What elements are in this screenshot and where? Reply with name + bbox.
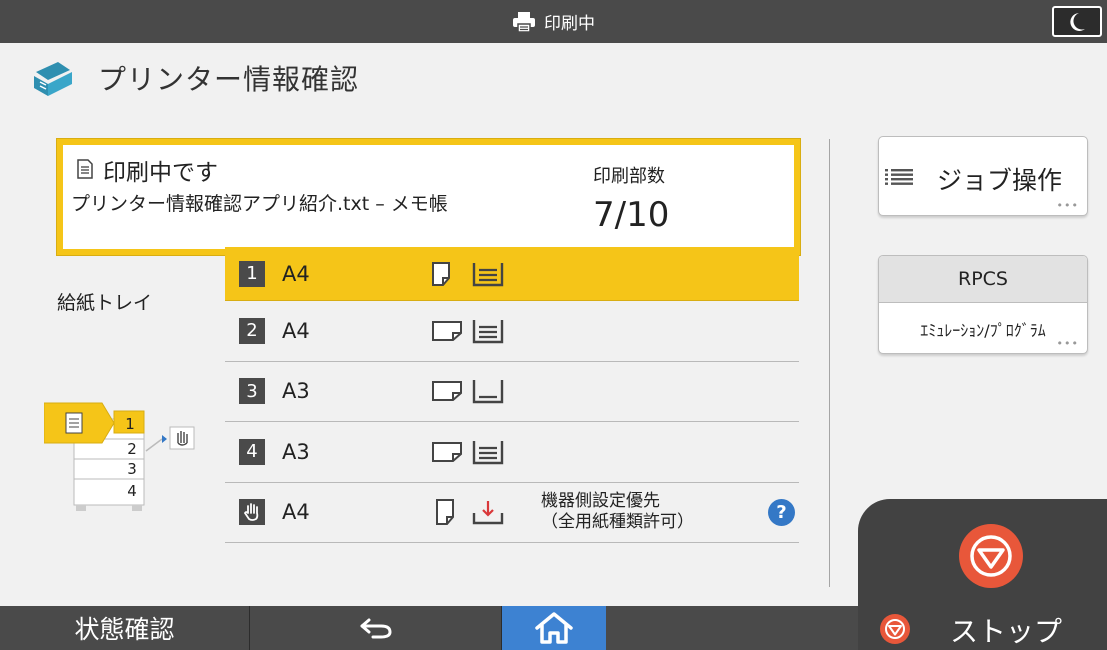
page-title: プリンター情報確認: [98, 63, 360, 96]
paper-tray-list: 1 A4 2 A4 3 A3 4 A3 A4 機器側設定優先 （全用紙種類許可）…: [225, 247, 799, 543]
paper-tray-label: 給紙トレイ: [57, 292, 153, 314]
rpcs-title: RPCS: [879, 256, 1087, 303]
job-operation-button[interactable]: ジョブ操作 •••: [878, 136, 1088, 216]
night-mode-button[interactable]: [1052, 6, 1102, 37]
illus-tray-2: 2: [127, 440, 137, 458]
printing-status: 印刷中: [0, 0, 1107, 43]
tray-number: 2: [239, 317, 265, 344]
more-dots-icon: •••: [1056, 337, 1079, 350]
tray-illustration: 1 2 3 4: [44, 402, 195, 511]
tray-number: 4: [239, 438, 265, 465]
paper-level-full-icon: [472, 319, 504, 343]
vertical-divider: [829, 139, 830, 587]
stop-bottom-button[interactable]: ストップ: [858, 606, 1107, 650]
stop-icon: [885, 619, 905, 639]
printer-app-icon: [34, 62, 72, 96]
paper-level-full-icon: [472, 440, 504, 464]
bottom-navigation-bar: 状態確認: [0, 606, 858, 650]
illus-tray-1: 1: [125, 415, 135, 433]
list-icon: [885, 169, 913, 185]
landscape-paper-icon: [432, 381, 462, 402]
paper-level-full-icon: [472, 262, 504, 286]
status-text: 印刷中: [544, 14, 595, 34]
top-status-bar: 印刷中: [0, 0, 1107, 43]
stop-label: ストップ: [950, 615, 1063, 648]
illus-tray-3: 3: [127, 460, 137, 478]
bypass-note-line-1: 機器側設定優先: [541, 491, 660, 512]
bypass-note-line-2: （全用紙種類許可）: [541, 512, 694, 533]
tray-row-bypass[interactable]: A4 機器側設定優先 （全用紙種類許可） ?: [225, 483, 799, 543]
tray-row-2[interactable]: 2 A4: [225, 301, 799, 362]
tray-row-1[interactable]: 1 A4: [225, 247, 799, 301]
hand-icon: [243, 503, 259, 522]
tray-paper-size: A3: [282, 379, 310, 404]
landscape-paper-icon: [432, 320, 462, 341]
stop-button[interactable]: [959, 524, 1023, 588]
portrait-paper-icon: [436, 499, 454, 526]
tray-paper-size: A4: [282, 318, 310, 343]
portrait-paper-icon: [432, 261, 450, 286]
status-check-button[interactable]: 状態確認: [0, 606, 250, 650]
job-operation-label: ジョブ操作: [937, 166, 1063, 195]
bypass-feed-icon: [472, 501, 504, 525]
tray-number: 1: [239, 260, 265, 287]
back-arrow-icon: [360, 618, 392, 639]
home-button[interactable]: [502, 606, 606, 650]
stop-icon: [970, 535, 1012, 577]
landscape-paper-icon: [432, 441, 462, 462]
more-dots-icon: •••: [1056, 199, 1079, 212]
tray-row-4[interactable]: 4 A3: [225, 422, 799, 483]
job-file-name: プリンター情報確認アプリ紹介.txt – メモ帳: [71, 193, 448, 215]
bypass-note: 機器側設定優先 （全用紙種類許可）: [541, 491, 694, 533]
stop-small-icon: [880, 614, 910, 644]
paper-level-low-icon: [472, 380, 504, 404]
help-icon[interactable]: ?: [768, 498, 795, 526]
home-icon: [535, 612, 573, 644]
bypass-tray-icon: [239, 499, 265, 526]
document-icon: [77, 159, 93, 179]
tray-paper-size: A4: [282, 261, 310, 286]
tray-paper-size: A3: [282, 439, 310, 464]
illus-tray-4: 4: [127, 482, 137, 500]
tray-row-3[interactable]: 3 A3: [225, 362, 799, 422]
printer-icon: [513, 11, 535, 33]
moon-icon: [1070, 12, 1085, 31]
job-status: 印刷中です: [103, 160, 218, 186]
copies-label: 印刷部数: [593, 166, 665, 187]
print-job-card: 印刷中です プリンター情報確認アプリ紹介.txt – メモ帳 印刷部数 7/10: [57, 139, 800, 255]
back-button[interactable]: [251, 606, 502, 650]
tray-number: 3: [239, 378, 265, 405]
tray-paper-size: A4: [282, 500, 310, 525]
copies-value: 7/10: [593, 195, 670, 235]
rpcs-button[interactable]: RPCS ｴﾐｭﾚｰｼｮﾝ/ﾌﾟﾛｸﾞﾗﾑ •••: [878, 255, 1088, 354]
page-header: プリンター情報確認: [30, 58, 359, 98]
